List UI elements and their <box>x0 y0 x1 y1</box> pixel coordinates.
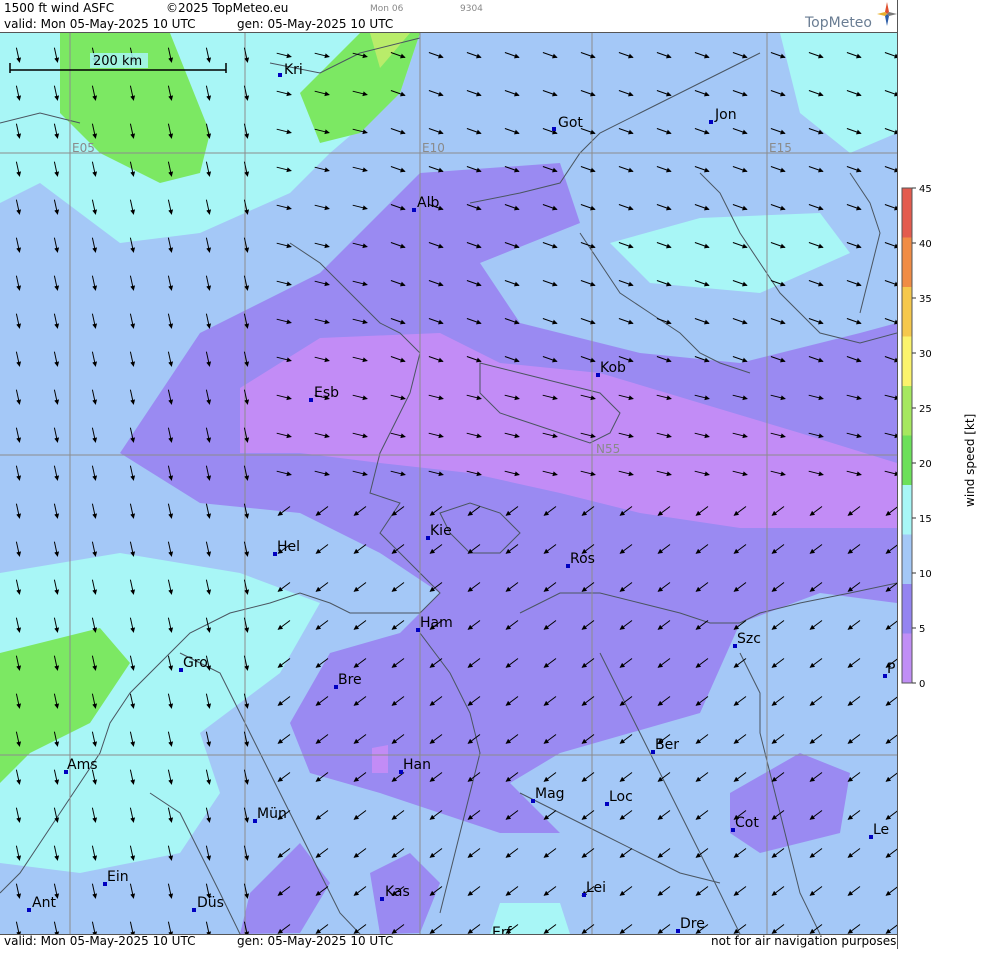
city-label-ams: Ams <box>67 757 98 773</box>
city-ant: Ant <box>27 895 56 912</box>
city-label-erf: Erf <box>492 925 513 934</box>
city-label-alb: Alb <box>417 195 439 211</box>
city-label-ros: Ros <box>570 551 595 567</box>
city-label-kie: Kie <box>430 523 452 539</box>
city-han: Han <box>399 757 431 774</box>
city-ros: Ros <box>566 551 595 568</box>
city-label-ein: Ein <box>107 869 129 885</box>
legend-color-4 <box>902 386 912 436</box>
city-label-ber: Ber <box>655 737 679 753</box>
scale-bar-label: 200 km <box>93 54 142 69</box>
city-bre: Bre <box>334 672 362 689</box>
city-label-kri: Kri <box>284 62 303 78</box>
grid-label-e15: E15 <box>769 141 792 155</box>
wind-map[interactable]: E05 E10 E15 N55 200 km Kri Got Jon Alb E… <box>0 32 897 935</box>
city-ein: Ein <box>103 869 129 886</box>
city-label-cot: Cot <box>735 815 759 831</box>
grid-label-n55: N55 <box>596 442 620 456</box>
faint-day: Mon 06 <box>370 4 404 14</box>
legend-tick-label: 40 <box>919 239 932 250</box>
legend-color-9 <box>902 633 912 684</box>
city-label-ham: Ham <box>420 615 453 631</box>
footer-valid-time: valid: Mon 05-May-2025 10 UTC <box>4 934 196 948</box>
city-szc: Szc <box>733 631 761 648</box>
city-label-han: Han <box>403 757 431 773</box>
city-alb: Alb <box>412 195 439 212</box>
city-mun: Mün <box>253 806 287 823</box>
legend-tick-label: 30 <box>919 349 932 360</box>
valid-time: valid: Mon 05-May-2025 10 UTC <box>4 17 196 31</box>
footer-gen-time: gen: 05-May-2025 10 UTC <box>237 934 394 948</box>
city-kie: Kie <box>426 523 452 540</box>
grid-label-e05: E05 <box>72 141 95 155</box>
city-label-bre: Bre <box>338 672 362 688</box>
city-ber: Ber <box>651 737 679 754</box>
city-dus: Düs <box>192 895 224 912</box>
city-label-loc: Loc <box>609 789 633 805</box>
legend-tick-label: 10 <box>919 569 932 580</box>
legend-tick-label: 35 <box>919 294 932 305</box>
city-label-got: Got <box>558 115 583 131</box>
city-ham: Ham <box>416 615 453 632</box>
logo-text: TopMeteo <box>805 15 872 31</box>
city-label-ant: Ant <box>32 895 56 911</box>
gen-time: gen: 05-May-2025 10 UTC <box>237 17 394 31</box>
city-erf: Erf <box>492 925 513 934</box>
compass-logo-icon <box>877 2 897 26</box>
product-title: 1500 ft wind ASFC <box>4 1 115 15</box>
wind-speed-legend: 45 40 35 30 25 20 15 10 5 0 wind speed [kt] <box>897 0 989 949</box>
legend-title: wind speed [kt] <box>963 414 977 507</box>
legend-color-5 <box>902 435 912 486</box>
city-label-mag: Mag <box>535 786 565 802</box>
legend-color-6 <box>902 485 912 535</box>
city-kob: Kob <box>596 360 626 377</box>
legend-tick-label: 20 <box>919 459 932 470</box>
city-label-hel: Hel <box>277 539 300 555</box>
legend-tick-label: 0 <box>919 679 925 690</box>
city-label-gro: Gro <box>183 655 208 671</box>
legend-tick-label: 15 <box>919 514 932 525</box>
city-label-dus: Düs <box>197 895 224 911</box>
city-label-esb: Esb <box>314 385 339 401</box>
legend-tick-label: 45 <box>919 184 932 195</box>
legend-color-3 <box>902 336 912 387</box>
wind-zone-0-5-small <box>372 745 388 773</box>
city-label-kob: Kob <box>600 360 626 376</box>
city-label-lei: Lei <box>586 880 606 896</box>
legend-tick-label: 25 <box>919 404 932 415</box>
city-label-p: P <box>887 661 895 677</box>
city-mag: Mag <box>531 786 565 803</box>
copyright: ©2025 TopMeteo.eu <box>166 1 289 15</box>
legend-color-7 <box>902 534 912 585</box>
city-cot: Cot <box>731 815 759 832</box>
city-label-jon: Jon <box>714 107 737 123</box>
legend-color-2 <box>902 287 912 337</box>
footer-disclaimer: not for air navigation purposes <box>711 934 897 948</box>
legend-colorbar: 45 40 35 30 25 20 15 10 5 0 wind speed [kt] <box>901 184 977 690</box>
legend-color-0 <box>902 188 912 238</box>
legend-tick-label: 5 <box>919 624 925 635</box>
city-label-le: Le <box>873 822 889 838</box>
city-label-kas: Kas <box>385 884 410 900</box>
city-esb: Esb <box>309 385 339 402</box>
legend-color-1 <box>902 237 912 288</box>
grid-label-e10: E10 <box>422 141 445 155</box>
topmeteo-logo: TopMeteo <box>805 2 897 32</box>
legend-color-8 <box>902 584 912 634</box>
city-ams: Ams <box>64 757 98 774</box>
city-hel: Hel <box>273 539 300 556</box>
city-loc: Loc <box>605 789 633 806</box>
city-lei: Lei <box>582 880 606 897</box>
city-kas: Kas <box>380 884 410 901</box>
city-gro: Gro <box>179 655 208 672</box>
faint-code: 9304 <box>460 4 483 14</box>
city-label-dre: Dre <box>680 916 705 932</box>
city-label-mun: Mün <box>257 806 287 822</box>
wind-map-svg: E05 E10 E15 N55 200 km Kri Got Jon Alb E… <box>0 33 897 934</box>
city-label-szc: Szc <box>737 631 761 647</box>
city-le: Le <box>869 822 889 839</box>
city-dre: Dre <box>676 916 705 933</box>
